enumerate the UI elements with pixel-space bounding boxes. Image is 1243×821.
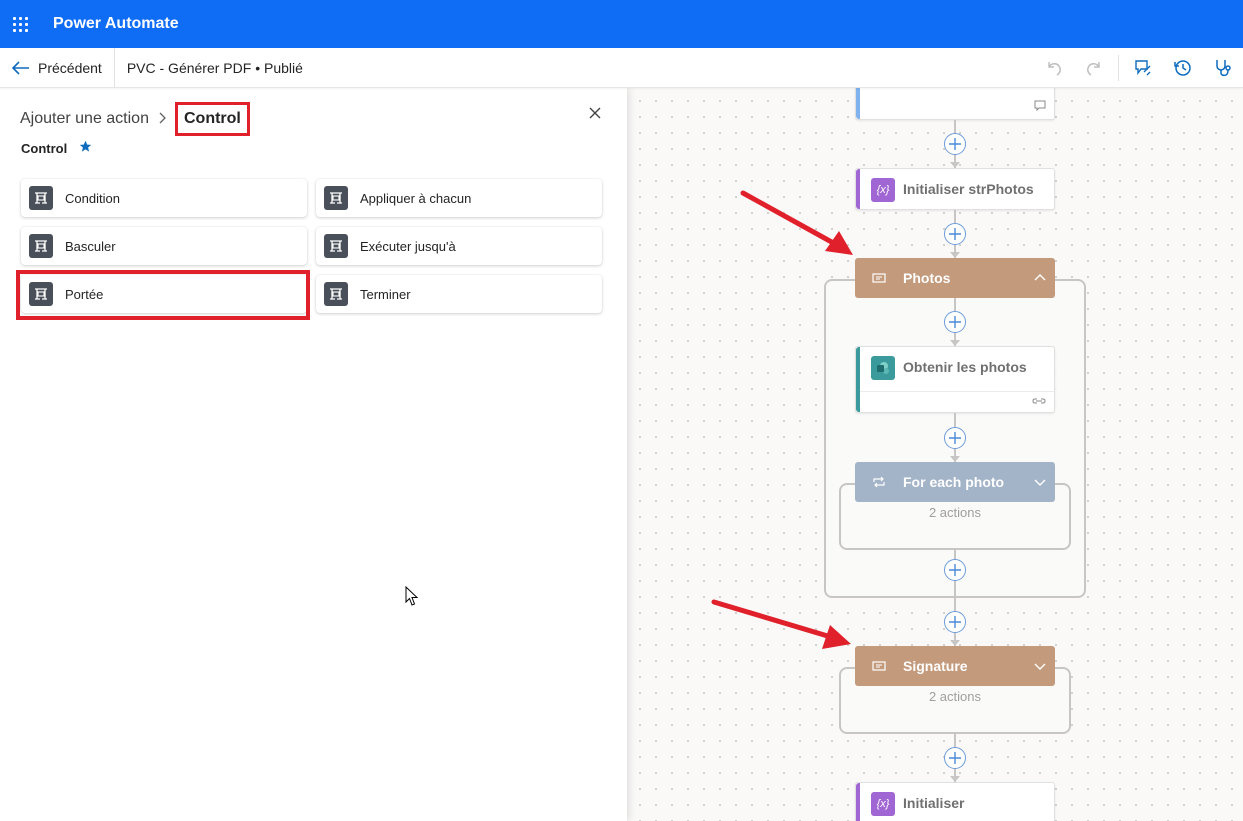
action-terminate[interactable]: Terminer: [316, 275, 602, 313]
node-accent: [856, 347, 860, 412]
node-accent: [856, 783, 860, 821]
section-title: Control: [21, 140, 92, 156]
add-step-plus-icon[interactable]: [944, 611, 966, 633]
action-apply-to-each[interactable]: Appliquer à chacun: [316, 179, 602, 217]
add-step-plus-icon[interactable]: [944, 427, 966, 449]
action-condition[interactable]: Condition: [21, 179, 307, 217]
annotation-arrow-photos: [740, 190, 853, 255]
get-photos-node[interactable]: Obtenir les photos: [855, 346, 1055, 413]
chevron-up-icon[interactable]: [1033, 271, 1047, 285]
link-icon: [1032, 398, 1046, 404]
chevron-down-icon[interactable]: [1033, 659, 1047, 673]
app-header: Power Automate: [0, 0, 1243, 48]
undo-icon[interactable]: [1034, 48, 1074, 88]
highlight-annotation: [16, 270, 310, 320]
node-label: Obtenir les photos: [903, 359, 1027, 375]
breadcrumb-current: Control: [174, 102, 250, 136]
chevron-down-icon[interactable]: [1033, 475, 1047, 489]
close-icon[interactable]: [585, 103, 605, 123]
action-label: Appliquer à chacun: [360, 190, 472, 206]
init-bottom-node[interactable]: {x} Initialiser: [855, 782, 1055, 821]
command-bar: Précédent PVC - Générer PDF • Publié: [0, 47, 1243, 88]
back-button[interactable]: Précédent: [0, 47, 115, 88]
loop-actions-count: 2 actions: [928, 505, 982, 520]
loop-icon: [873, 476, 885, 488]
flow-checker-icon[interactable]: [1203, 48, 1243, 88]
action-label: Terminer: [360, 286, 411, 302]
breadcrumb: Ajouter une action Control: [20, 102, 250, 136]
arrow-left-icon: [12, 60, 29, 75]
flow-title: PVC - Générer PDF • Publié: [126, 59, 303, 76]
add-step-plus-icon[interactable]: [944, 223, 966, 245]
history-icon[interactable]: [1163, 48, 1203, 88]
init-strphotos-node[interactable]: {x} Initialiser strPhotos: [855, 168, 1055, 210]
node-label: Initialiser strPhotos: [903, 181, 1034, 197]
scope-label: Photos: [903, 270, 951, 286]
command-separator: [1118, 55, 1119, 81]
mouse-cursor-icon: [405, 586, 419, 606]
variable-icon: {x}: [871, 792, 895, 816]
scope-icon: [872, 661, 886, 671]
sharepoint-icon: [871, 356, 895, 380]
loop-label: For each photo: [903, 474, 1005, 490]
control-icon: [324, 186, 348, 210]
variable-icon: {x}: [871, 178, 895, 202]
action-label: Condition: [65, 190, 120, 206]
add-step-plus-icon[interactable]: [944, 311, 966, 333]
node-label: Initialiser: [903, 795, 965, 811]
scope-signature-header[interactable]: Signature: [855, 646, 1055, 686]
back-label: Précédent: [38, 59, 102, 76]
previous-action-node[interactable]: [855, 88, 1055, 120]
scope-label: Signature: [903, 658, 968, 674]
scope-icon: [872, 273, 886, 283]
app-launcher-icon[interactable]: [0, 0, 40, 48]
control-icon: [324, 282, 348, 306]
add-action-panel: Ajouter une action Control Control Condi…: [0, 88, 627, 821]
flow-canvas[interactable]: {x} Initialiser strPhotos Photos Obtenir…: [627, 88, 1243, 821]
app-title[interactable]: Power Automate: [53, 15, 179, 33]
for-each-photo-header[interactable]: For each photo: [855, 462, 1055, 502]
star-icon[interactable]: [79, 140, 92, 156]
scope-photos-header[interactable]: Photos: [855, 258, 1055, 298]
control-icon: [29, 186, 53, 210]
add-step-plus-icon[interactable]: [944, 747, 966, 769]
section-title-label: Control: [21, 140, 68, 156]
annotation-arrow-signature: [711, 599, 851, 649]
action-do-until[interactable]: Exécuter jusqu'à: [316, 227, 602, 265]
add-step-plus-icon[interactable]: [944, 559, 966, 581]
action-label: Exécuter jusqu'à: [360, 238, 456, 254]
node-divider: [860, 391, 1054, 392]
add-step-plus-icon[interactable]: [944, 133, 966, 155]
control-icon: [29, 234, 53, 258]
action-label: Basculer: [65, 238, 116, 254]
action-switch[interactable]: Basculer: [21, 227, 307, 265]
chevron-right-icon: [159, 111, 167, 127]
comment-icon: [1034, 100, 1046, 111]
scope-actions-count: 2 actions: [928, 689, 982, 704]
control-icon: [324, 234, 348, 258]
redo-icon[interactable]: [1074, 48, 1114, 88]
feedback-icon[interactable]: [1123, 48, 1163, 88]
node-accent: [856, 88, 860, 119]
breadcrumb-root[interactable]: Ajouter une action: [20, 110, 149, 128]
